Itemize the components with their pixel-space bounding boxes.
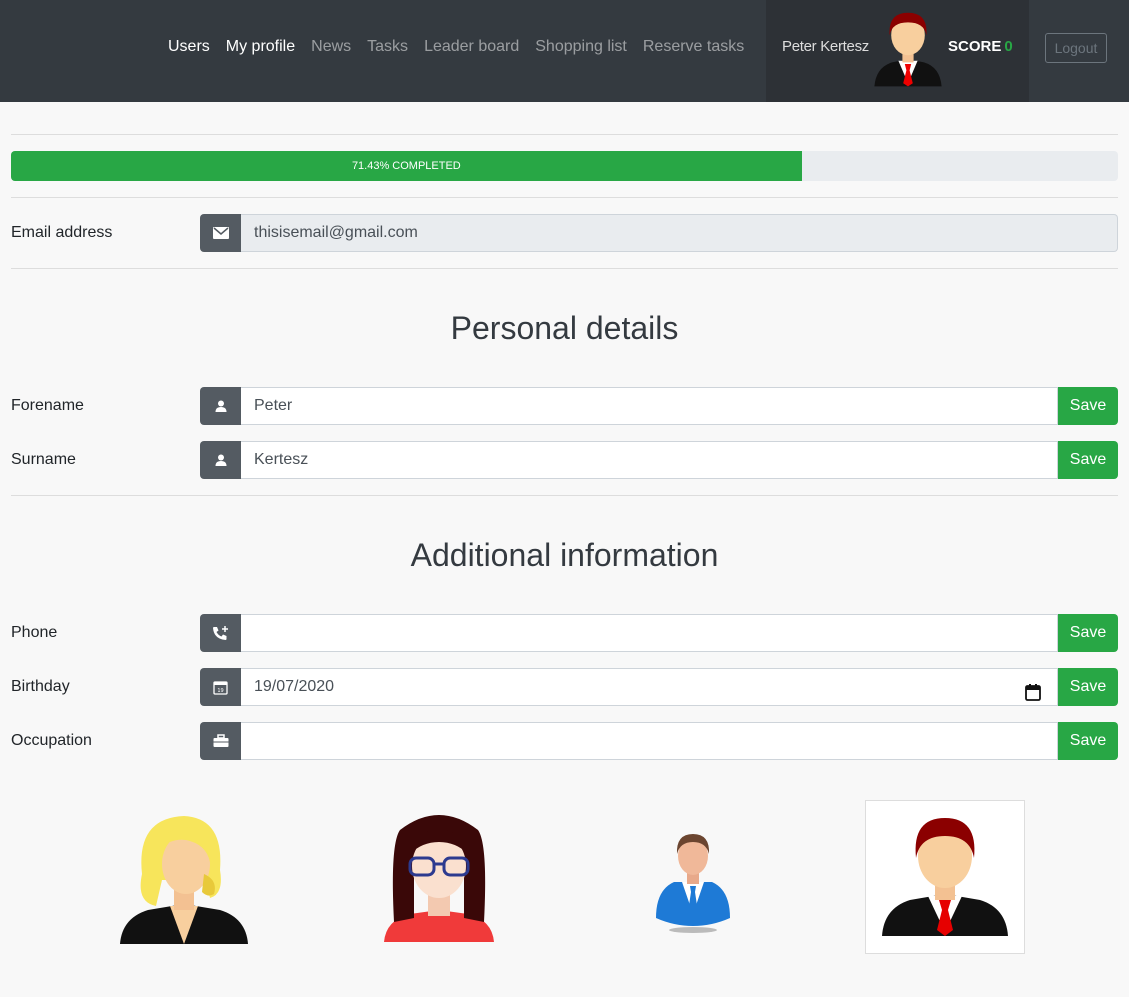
email-input-group: thisisemail@gmail.com xyxy=(200,214,1118,252)
user-icon xyxy=(200,387,241,425)
phone-input-group: Save xyxy=(200,614,1118,652)
user-avatar[interactable] xyxy=(866,8,950,88)
occupation-row: Occupation Save xyxy=(0,722,1129,760)
nav-links: Users My profile News Tasks Leader board… xyxy=(168,37,760,57)
navbar: Users My profile News Tasks Leader board… xyxy=(0,0,1129,102)
occupation-input[interactable] xyxy=(241,722,1058,760)
occupation-input-group: Save xyxy=(200,722,1118,760)
score: SCORE 0 xyxy=(948,37,1013,57)
occupation-label: Occupation xyxy=(11,732,92,749)
save-birthday-button[interactable]: Save xyxy=(1058,668,1118,706)
date-picker-icon[interactable] xyxy=(1025,679,1041,715)
score-label: SCORE xyxy=(948,38,1002,55)
phone-input[interactable] xyxy=(241,614,1058,652)
birthday-input[interactable]: 19/07/2020 xyxy=(241,668,1058,706)
progress-bar: 71.43% COMPLETED xyxy=(11,151,802,181)
birthday-input-group: 19 19/07/2020 Save xyxy=(200,668,1118,706)
forename-input[interactable]: Peter xyxy=(241,387,1058,425)
nav-link-reserve-tasks[interactable]: Reserve tasks xyxy=(643,37,744,57)
nav-link-my-profile[interactable]: My profile xyxy=(226,37,295,57)
save-occupation-button[interactable]: Save xyxy=(1058,722,1118,760)
email-row: Email address thisisemail@gmail.com xyxy=(0,214,1129,252)
email-field[interactable]: thisisemail@gmail.com xyxy=(241,214,1118,252)
user-box: Peter Kertesz SCORE 0 xyxy=(766,0,1029,102)
blonde-woman-avatar[interactable] xyxy=(118,814,250,946)
nav-link-tasks[interactable]: Tasks xyxy=(367,37,408,57)
divider xyxy=(11,495,1118,496)
birthday-label: Birthday xyxy=(11,678,70,695)
email-label: Email address xyxy=(11,224,113,241)
profile-progress: 71.43% COMPLETED xyxy=(11,151,1118,181)
logout-button[interactable]: Logout xyxy=(1045,33,1107,63)
svg-text:19: 19 xyxy=(217,688,223,694)
birthday-value: 19/07/2020 xyxy=(254,678,335,695)
man-red-tie-avatar[interactable] xyxy=(880,814,1010,940)
envelope-icon xyxy=(200,214,241,252)
divider xyxy=(11,197,1118,198)
divider xyxy=(11,268,1118,269)
forename-label: Forename xyxy=(11,397,84,414)
surname-label: Surname xyxy=(11,451,76,468)
surname-row: Surname Kertesz Save xyxy=(0,441,1129,479)
forename-input-group: Peter Save xyxy=(200,387,1118,425)
nav-link-users[interactable]: Users xyxy=(168,37,210,57)
user-icon xyxy=(200,441,241,479)
nav-link-leader-board[interactable]: Leader board xyxy=(424,37,519,57)
score-value: 0 xyxy=(1004,38,1013,55)
phone-label: Phone xyxy=(11,624,58,641)
personal-details-title: Personal details xyxy=(450,310,679,346)
nav-link-shopping-list[interactable]: Shopping list xyxy=(535,37,627,57)
calendar-icon: 19 xyxy=(200,668,241,706)
surname-input-group: Kertesz Save xyxy=(200,441,1118,479)
briefcase-icon xyxy=(200,722,241,760)
birthday-row: Birthday 19 19/07/2020 Save xyxy=(0,668,1129,706)
forename-row: Forename Peter Save xyxy=(0,387,1129,425)
phone-row: Phone Save xyxy=(0,614,1129,652)
woman-glasses-avatar[interactable] xyxy=(380,814,498,944)
additional-info-title: Additional information xyxy=(410,537,719,573)
divider xyxy=(11,134,1118,135)
user-name: Peter Kertesz xyxy=(782,38,869,55)
save-phone-button[interactable]: Save xyxy=(1058,614,1118,652)
save-surname-button[interactable]: Save xyxy=(1058,441,1118,479)
phone-plus-icon xyxy=(200,614,241,652)
save-forename-button[interactable]: Save xyxy=(1058,387,1118,425)
man-blue-suit-avatar[interactable] xyxy=(654,830,732,934)
surname-input[interactable]: Kertesz xyxy=(241,441,1058,479)
nav-link-news[interactable]: News xyxy=(311,37,351,57)
